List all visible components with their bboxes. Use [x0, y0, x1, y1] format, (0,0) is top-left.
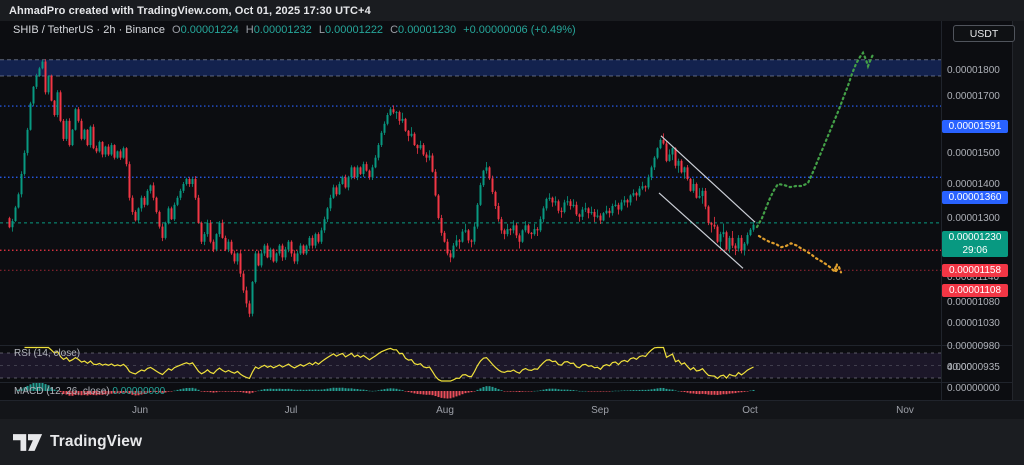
attribution-text: AhmadPro created with TradingView.com, O…	[9, 5, 371, 17]
price-level-label: 0.00001360	[942, 191, 1008, 204]
price-level-label: 0.00001108	[942, 284, 1008, 297]
rsi-label: RSI (14, close)	[14, 348, 80, 359]
right-margin-strip	[1012, 21, 1024, 400]
month-label-sep: Sep	[580, 405, 620, 416]
month-label-jul: Jul	[271, 405, 311, 416]
ohlc-value: 0.00001222	[325, 24, 383, 36]
price-axis-border	[941, 21, 942, 400]
price-tick: 0.00001700	[947, 91, 1000, 103]
pane-separator-macd[interactable]	[0, 382, 1012, 383]
chart-canvas[interactable]	[0, 21, 941, 400]
price-tick: 0.00001300	[947, 213, 1000, 225]
time-axis[interactable]: Jun Jul Aug Sep Oct Nov	[0, 400, 1024, 419]
attribution-bar: AhmadPro created with TradingView.com, O…	[0, 0, 1024, 21]
ohlc-key: C	[390, 24, 398, 36]
ohlc-key: H	[246, 24, 254, 36]
rsi-axis-value: 40.00	[947, 362, 972, 374]
price-tick: 0.00000980	[947, 341, 1000, 353]
ohlc-values: O0.00001224H0.00001232L0.00001222C0.0000…	[165, 24, 456, 36]
month-label-oct: Oct	[730, 405, 770, 416]
last-price-value: 0.00001230	[942, 231, 1008, 244]
month-label-aug: Aug	[425, 405, 465, 416]
currency-toggle-button[interactable]: USDT	[953, 25, 1015, 42]
ohlc-value: 0.00001224	[181, 24, 239, 36]
rsi-legend[interactable]: RSI (14, close)	[14, 348, 80, 359]
last-price-label: 0.0000123029:06	[942, 231, 1008, 257]
macd-label: MACD (12, 26, close)	[14, 386, 110, 397]
price-level-label: 0.00001158	[942, 264, 1008, 277]
month-label-nov: Nov	[885, 405, 925, 416]
symbol-title[interactable]: SHIB / TetherUS · 2h · Binance	[13, 24, 165, 36]
footer-bar: TradingView	[0, 419, 1024, 465]
price-tick: 0.00001800	[947, 65, 1000, 77]
bar-countdown: 29:06	[942, 244, 1008, 257]
price-tick: 0.00001500	[947, 148, 1000, 160]
macd-legend[interactable]: MACD (12, 26, close) 0.00000000	[14, 386, 165, 397]
symbol-legend[interactable]: SHIB / TetherUS · 2h · BinanceO0.0000122…	[13, 24, 576, 36]
ohlc-key: O	[172, 24, 181, 36]
macd-value: 0.00000000	[112, 386, 165, 397]
price-tick: 0.00001030	[947, 318, 1000, 330]
macd-axis-value: 0.00000000	[947, 383, 1000, 395]
tradingview-logo-icon	[13, 434, 43, 451]
tradingview-wordmark: TradingView	[50, 433, 142, 451]
change-value: +0.00000006 (+0.49%)	[463, 24, 576, 36]
price-level-label: 0.00001591	[942, 120, 1008, 133]
price-tick: 0.00001400	[947, 179, 1000, 191]
ohlc-value: 0.00001232	[254, 24, 312, 36]
ohlc-value: 0.00001230	[398, 24, 456, 36]
tradingview-chart-window: AhmadPro created with TradingView.com, O…	[0, 0, 1024, 465]
month-label-jun: Jun	[120, 405, 160, 416]
pane-separator-rsi[interactable]	[0, 345, 1012, 346]
price-tick: 0.00001080	[947, 297, 1000, 309]
